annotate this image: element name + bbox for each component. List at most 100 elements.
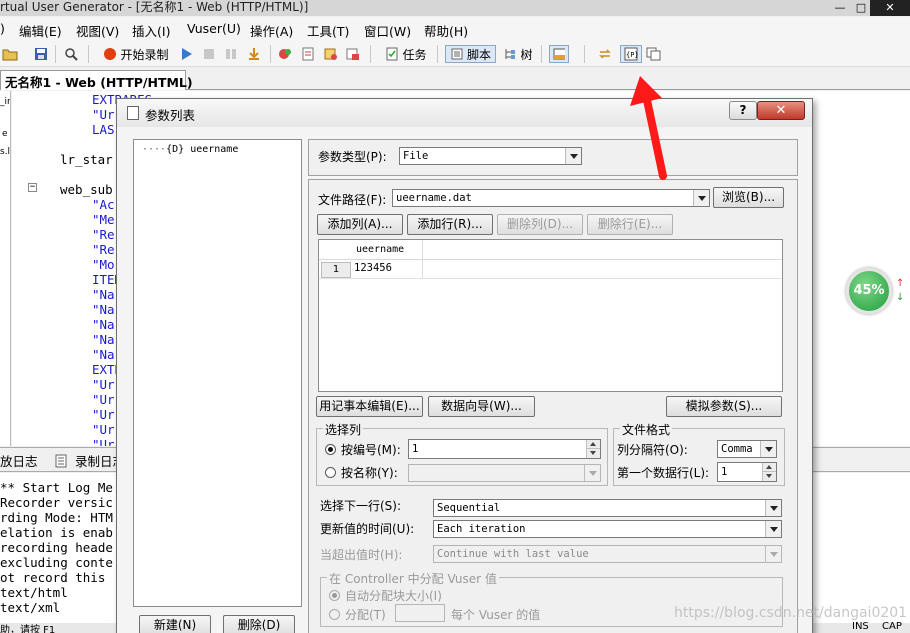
row-number[interactable]: 1 [321, 262, 351, 278]
left-navigation-pane: _ir e s.l [0, 91, 11, 446]
dropdown-arrow-icon [565, 148, 581, 164]
script-view-button[interactable]: 脚本 [445, 45, 496, 63]
menu-item-insert[interactable]: 插入(I) [132, 21, 170, 40]
network-speed-widget[interactable]: 45% ↑ ↓ [846, 268, 910, 316]
maximize-button[interactable]: □ [854, 0, 868, 16]
allocate-label: 分配(T) [345, 608, 386, 622]
spin-up-icon[interactable] [762, 463, 776, 472]
start-record-button[interactable]: 开始录制 [101, 45, 171, 63]
update-value-select[interactable]: Each iteration [433, 520, 782, 538]
code-line: "Ur [92, 422, 115, 437]
parameter-data-table[interactable]: ueername 1 123456 [318, 239, 783, 392]
parameter-tree[interactable]: ····{D} ueername [133, 139, 302, 607]
copy-icon[interactable] [645, 45, 663, 63]
loop-icon[interactable] [596, 45, 614, 63]
edit-with-notepad-button[interactable]: 用记事本编辑(E)... [316, 396, 423, 417]
play-icon[interactable] [177, 45, 195, 63]
code-line: "Me [92, 212, 115, 227]
left-pane-text: _ir [0, 97, 11, 107]
bookmark-icon[interactable] [322, 45, 340, 63]
parameter-list-icon[interactable]: {P} [620, 45, 642, 63]
code-line: "Na [92, 347, 115, 362]
by-number-spinner[interactable]: 1 [408, 439, 601, 459]
browse-button[interactable]: 浏览(B)... [713, 187, 784, 208]
allocate-input[interactable] [395, 604, 445, 622]
find-icon[interactable] [63, 45, 79, 63]
close-button[interactable]: ✕ [870, 0, 910, 16]
tree-label: 树 [520, 47, 533, 62]
delete-row-button[interactable]: 删除行(E)... [587, 214, 673, 235]
spin-down-icon[interactable] [586, 449, 600, 458]
new-parameter-button[interactable]: 新建(N) [139, 615, 211, 633]
table-cell[interactable]: 123456 [354, 262, 392, 274]
controller-allocation-legend: 在 Controller 中分配 Vuser 值 [327, 570, 499, 587]
auto-allocate-radio[interactable] [329, 590, 340, 601]
log-line: ot record this [0, 570, 106, 585]
minimize-button[interactable]: — [826, 0, 854, 16]
param-type-value: File [403, 150, 429, 162]
tab-replay-log[interactable]: 放日志 [0, 451, 38, 470]
dropdown-arrow-icon [765, 546, 781, 562]
by-name-label: 按名称(Y): [341, 466, 398, 480]
breakpoint-icon[interactable] [276, 45, 294, 63]
tree-node-parameter[interactable]: ····{D} ueername [142, 144, 238, 155]
code-line: "Re [92, 242, 115, 257]
document-tab[interactable]: 无名称1 - Web (HTTP/HTML) [0, 70, 193, 90]
out-of-values-label: 当超出值时(H): [320, 548, 403, 562]
tab-recording-log[interactable]: 录制日志 [55, 451, 125, 470]
dropdown-arrow-icon [765, 521, 781, 537]
file-path-label: 文件路径(F): [318, 193, 387, 207]
help-button[interactable]: ? [729, 101, 757, 120]
by-name-select[interactable] [408, 464, 601, 482]
delete-parameter-button[interactable]: 删除(D) [223, 615, 295, 633]
log-line: rding Mode: HTM [0, 510, 113, 525]
by-name-radio[interactable] [325, 467, 336, 478]
param-type-select[interactable]: File [399, 147, 582, 165]
menu-item-view[interactable]: 视图(V) [76, 21, 119, 40]
delete-column-button[interactable]: 删除列(D)... [497, 214, 583, 235]
dropdown-arrow-icon [584, 465, 600, 481]
menu-item-actions[interactable]: 操作(A) [250, 21, 293, 40]
step-icon[interactable] [245, 45, 263, 63]
menu-bar: ) 编辑(E) 视图(V) 插入(I) Vuser(U) 操作(A) 工具(T)… [0, 17, 910, 41]
upload-arrow-icon: ↑ [896, 278, 905, 289]
app-titlebar: rtual User Generator - [无名称1 - Web (HTTP… [0, 0, 910, 16]
per-vuser-label: 每个 Vuser 的值 [451, 608, 541, 622]
tree-view-button[interactable]: 树 [500, 45, 536, 63]
add-column-button[interactable]: 添加列(A)... [317, 214, 403, 235]
data-wizard-button[interactable]: 数据向导(W)... [428, 396, 535, 417]
allocate-radio[interactable] [329, 609, 340, 620]
collapse-toggle-icon[interactable]: − [28, 183, 37, 192]
code-line: web_sub [60, 182, 113, 197]
comment-icon[interactable] [344, 45, 362, 63]
log-line: excluding conte [0, 555, 113, 570]
spin-up-icon[interactable] [586, 440, 600, 449]
column-header[interactable]: ueername [356, 244, 404, 255]
stop-icon[interactable] [201, 45, 217, 63]
add-row-button[interactable]: 添加行(R)... [407, 214, 493, 235]
pause-icon[interactable] [223, 45, 239, 63]
delimiter-label: 列分隔符(O): [617, 443, 688, 457]
dialog-title-icon [127, 106, 139, 120]
menu-item-edit[interactable]: 编辑(E) [19, 21, 62, 40]
dialog-close-button[interactable]: ✕ [757, 101, 805, 120]
task-button[interactable]: 任务 [383, 45, 429, 63]
menu-item-vuser[interactable]: Vuser(U) [187, 21, 241, 36]
select-next-row-select[interactable]: Sequential [433, 499, 782, 517]
simulate-parameter-button[interactable]: 模拟参数(S)... [666, 396, 782, 417]
by-number-radio[interactable] [325, 444, 336, 455]
open-folder-icon[interactable] [0, 45, 20, 63]
menu-item-help[interactable]: 帮助(H) [424, 21, 468, 40]
delimiter-select[interactable]: Comma [717, 440, 777, 458]
menu-item-file-cut[interactable]: ) [0, 21, 5, 36]
run-to-icon[interactable] [300, 45, 318, 63]
out-of-values-select[interactable]: Continue with last value [433, 545, 782, 563]
output-window-icon[interactable] [549, 45, 569, 63]
save-icon[interactable] [33, 45, 49, 63]
menu-item-tools[interactable]: 工具(T) [307, 21, 349, 40]
spin-down-icon[interactable] [762, 472, 776, 481]
first-data-row-spinner[interactable]: 1 [717, 462, 777, 482]
menu-item-window[interactable]: 窗口(W) [364, 21, 411, 40]
file-path-select[interactable]: ueername.dat [392, 189, 710, 207]
dropdown-arrow-icon [760, 441, 776, 457]
